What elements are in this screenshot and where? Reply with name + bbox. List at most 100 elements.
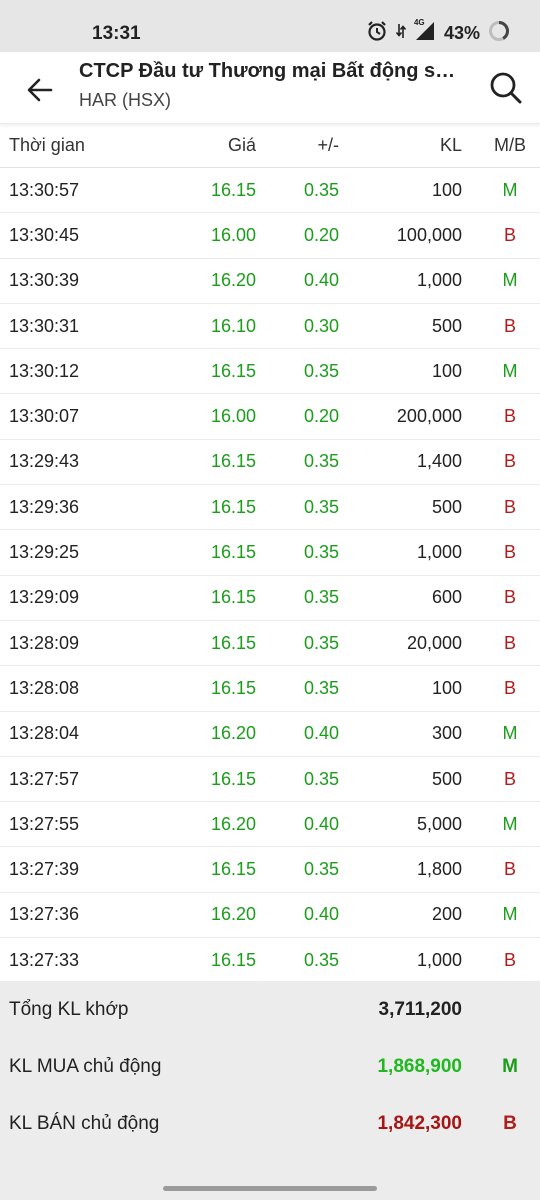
table-row: 13:27:33 16.15 0.35 1,000 B xyxy=(0,938,540,981)
cell-volume: 1,000 xyxy=(416,542,462,563)
search-button[interactable] xyxy=(484,66,528,110)
cell-price: 16.00 xyxy=(210,224,256,245)
cell-price: 16.15 xyxy=(210,179,256,200)
cell-side: B xyxy=(503,677,516,698)
cell-side: B xyxy=(503,315,516,336)
table-row: 13:29:25 16.15 0.35 1,000 B xyxy=(0,530,540,576)
table-header: Thời gian Giá +/- KL M/B xyxy=(0,124,540,168)
cell-volume: 100 xyxy=(431,179,462,200)
cell-diff: 0.40 xyxy=(303,904,339,925)
cell-diff: 0.35 xyxy=(303,360,339,381)
cell-time: 13:30:45 xyxy=(9,224,80,245)
table-row: 13:29:43 16.15 0.35 1,400 B xyxy=(0,440,540,486)
total-label: Tổng KL khớp xyxy=(9,998,129,1020)
cell-diff: 0.35 xyxy=(303,859,339,880)
cell-price: 16.00 xyxy=(210,406,256,427)
cell-volume: 500 xyxy=(431,768,462,789)
cell-time: 13:28:09 xyxy=(9,632,80,653)
cell-price: 16.20 xyxy=(210,904,256,925)
cell-side: B xyxy=(503,496,516,517)
cell-diff: 0.35 xyxy=(303,949,339,970)
summary-panel: Tổng KL khớp 3,711,200 KL MUA chủ động 1… xyxy=(0,981,540,1200)
table-row: 13:28:09 16.15 0.35 20,000 B xyxy=(0,621,540,667)
buy-value: 1,868,900 xyxy=(377,1055,462,1077)
cell-price: 16.15 xyxy=(210,768,256,789)
cell-price: 16.20 xyxy=(210,813,256,834)
back-button[interactable] xyxy=(18,68,62,112)
cell-diff: 0.20 xyxy=(303,224,339,245)
table-row: 13:30:31 16.10 0.30 500 B xyxy=(0,304,540,350)
cell-side: B xyxy=(503,859,516,880)
status-icons: 4G 43% xyxy=(366,18,510,47)
cell-side: B xyxy=(503,406,516,427)
table-row: 13:30:12 16.15 0.35 100 M xyxy=(0,349,540,395)
cell-price: 16.15 xyxy=(210,496,256,517)
table-row: 13:30:45 16.00 0.20 100,000 B xyxy=(0,213,540,259)
cell-side: M xyxy=(502,179,518,200)
cell-time: 13:28:04 xyxy=(9,723,80,744)
cell-volume: 600 xyxy=(431,587,462,608)
cell-volume: 1,800 xyxy=(416,859,462,880)
cell-time: 13:29:36 xyxy=(9,496,80,517)
cell-diff: 0.35 xyxy=(303,768,339,789)
cell-price: 16.15 xyxy=(210,859,256,880)
cell-side: B xyxy=(503,224,516,245)
cell-diff: 0.40 xyxy=(303,813,339,834)
cell-price: 16.15 xyxy=(210,949,256,970)
table-row: 13:27:39 16.15 0.35 1,800 B xyxy=(0,847,540,893)
cell-side: M xyxy=(502,360,518,381)
cell-time: 13:27:33 xyxy=(9,949,80,970)
cell-time: 13:29:09 xyxy=(9,587,80,608)
cell-time: 13:27:39 xyxy=(9,859,80,880)
table-row: 13:27:36 16.20 0.40 200 M xyxy=(0,893,540,939)
table-row: 13:29:09 16.15 0.35 600 B xyxy=(0,576,540,621)
cell-volume: 1,000 xyxy=(416,270,462,291)
table-row: 13:28:08 16.15 0.35 100 B xyxy=(0,666,540,712)
cell-volume: 200,000 xyxy=(396,406,462,427)
cell-diff: 0.35 xyxy=(303,677,339,698)
battery-percent: 43% xyxy=(443,23,480,43)
cell-price: 16.10 xyxy=(210,315,256,336)
header-diff: +/- xyxy=(317,135,339,155)
cell-time: 13:30:57 xyxy=(9,179,80,200)
table-row: 13:30:39 16.20 0.40 1,000 M xyxy=(0,259,540,304)
cell-side: B xyxy=(503,451,516,472)
cell-diff: 0.35 xyxy=(303,496,339,517)
summary-total-row: Tổng KL khớp 3,711,200 xyxy=(0,981,540,1038)
cell-price: 16.20 xyxy=(210,270,256,291)
cell-volume: 100 xyxy=(431,677,462,698)
cell-diff: 0.35 xyxy=(303,632,339,653)
cell-diff: 0.40 xyxy=(303,270,339,291)
cell-side: B xyxy=(503,768,516,789)
cell-time: 13:28:08 xyxy=(9,677,80,698)
home-indicator[interactable] xyxy=(163,1186,377,1191)
cell-volume: 1,400 xyxy=(416,451,462,472)
table-row: 13:30:57 16.15 0.35 100 M xyxy=(0,168,540,214)
cell-volume: 300 xyxy=(431,723,462,744)
cell-volume: 5,000 xyxy=(416,813,462,834)
cell-side: M xyxy=(502,813,518,834)
cell-side: B xyxy=(503,632,516,653)
total-value: 3,711,200 xyxy=(378,998,462,1020)
cell-side: M xyxy=(502,270,518,291)
page-title: CTCP Đầu tư Thương mại Bất động sản An D… xyxy=(79,60,459,82)
cell-time: 13:27:57 xyxy=(9,768,80,789)
cell-diff: 0.35 xyxy=(303,179,339,200)
cell-volume: 500 xyxy=(431,496,462,517)
cell-side: M xyxy=(502,904,518,925)
ticker-subtitle: HAR (HSX) xyxy=(79,90,172,110)
cell-time: 13:27:36 xyxy=(9,904,80,925)
cell-time: 13:30:39 xyxy=(9,270,80,291)
cell-time: 13:29:25 xyxy=(9,542,80,563)
buy-side: M xyxy=(502,1055,518,1077)
sell-side: B xyxy=(503,1112,517,1134)
cell-diff: 0.35 xyxy=(303,587,339,608)
header-volume: KL xyxy=(439,135,462,155)
header-time: Thời gian xyxy=(9,135,85,155)
table-row: 13:28:04 16.20 0.40 300 M xyxy=(0,712,540,757)
app-header: CTCP Đầu tư Thương mại Bất động sản An D… xyxy=(0,52,540,124)
trades-list[interactable]: 13:30:57 16.15 0.35 100 M 13:30:45 16.00 0.20 10… xyxy=(0,168,540,981)
back-arrow-icon xyxy=(27,78,53,102)
sell-value: 1,842,300 xyxy=(377,1112,462,1134)
cell-price: 16.15 xyxy=(210,542,256,563)
